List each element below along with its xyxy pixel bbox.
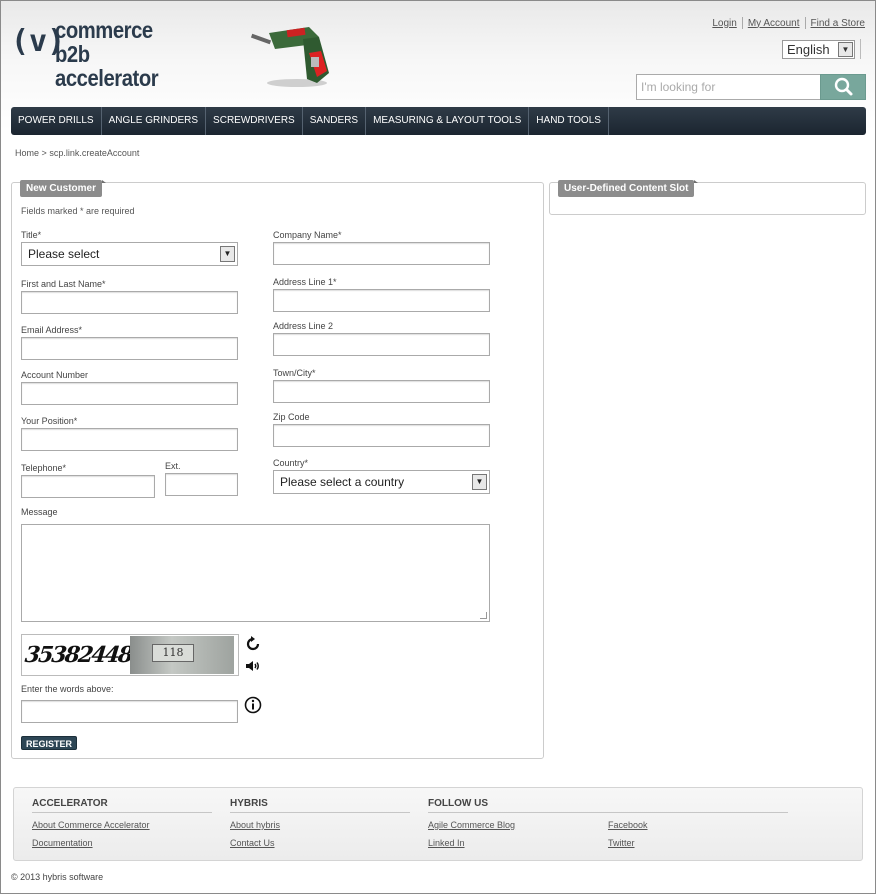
captcha-photo-number: 118 bbox=[152, 644, 194, 662]
name-label: First and Last Name* bbox=[21, 279, 106, 289]
search-button[interactable] bbox=[820, 74, 866, 100]
name-field[interactable] bbox=[21, 291, 238, 314]
captcha-field[interactable] bbox=[21, 700, 238, 723]
find-store-link[interactable]: Find a Store bbox=[806, 18, 865, 29]
logo-line-1: commerce bbox=[55, 17, 153, 43]
footer-link-about-accelerator[interactable]: About Commerce Accelerator bbox=[32, 820, 150, 830]
title-select-value: Please select bbox=[28, 247, 100, 261]
language-value: English bbox=[787, 42, 830, 57]
search-form bbox=[636, 74, 866, 100]
audio-icon[interactable] bbox=[244, 657, 262, 675]
title-label: Title* bbox=[21, 230, 42, 240]
email-label: Email Address* bbox=[21, 325, 83, 335]
message-label: Message bbox=[21, 507, 58, 517]
divider bbox=[230, 812, 410, 813]
search-input[interactable] bbox=[636, 74, 821, 100]
footer-link-linkedin[interactable]: Linked In bbox=[428, 838, 465, 848]
position-label: Your Position* bbox=[21, 416, 78, 426]
site-footer: ACCELERATOR About Commerce Accelerator D… bbox=[13, 787, 863, 861]
breadcrumb-separator: > bbox=[41, 148, 47, 158]
footer-col-follow-title: FOLLOW US bbox=[428, 798, 488, 809]
title-select[interactable]: Please select ▼ bbox=[21, 242, 238, 266]
footer-link-documentation[interactable]: Documentation bbox=[32, 838, 93, 848]
breadcrumb-home[interactable]: Home bbox=[15, 148, 39, 158]
account-number-field[interactable] bbox=[21, 382, 238, 405]
captcha-photo: 118 bbox=[130, 636, 234, 674]
ext-label: Ext. bbox=[165, 461, 181, 471]
footer-link-contact-us[interactable]: Contact Us bbox=[230, 838, 275, 848]
chevron-down-icon[interactable]: ▼ bbox=[838, 42, 853, 57]
login-link[interactable]: Login bbox=[707, 18, 741, 29]
chevron-down-icon[interactable]: ▼ bbox=[472, 474, 487, 490]
footer-link-twitter[interactable]: Twitter bbox=[608, 838, 635, 848]
category-nav: POWER DRILLS ANGLE GRINDERS SCREWDRIVERS… bbox=[11, 107, 866, 135]
register-button[interactable]: REGISTER bbox=[21, 736, 78, 750]
info-icon[interactable] bbox=[244, 696, 262, 714]
footer-link-blog[interactable]: Agile Commerce Blog bbox=[428, 820, 515, 830]
address1-label: Address Line 1* bbox=[273, 277, 337, 287]
footer-link-about-hybris[interactable]: About hybris bbox=[230, 820, 280, 830]
captcha-prompt: Enter the words above: bbox=[21, 684, 114, 694]
required-note: Fields marked * are required bbox=[21, 206, 135, 216]
utility-links: Login My Account Find a Store bbox=[707, 17, 865, 29]
footer-col-accelerator-title: ACCELERATOR bbox=[32, 798, 108, 809]
copyright-text: © 2013 hybris software bbox=[11, 872, 104, 882]
ext-field[interactable] bbox=[165, 473, 238, 496]
zip-field[interactable] bbox=[273, 424, 490, 447]
my-account-link[interactable]: My Account bbox=[743, 18, 805, 29]
footer-link-facebook[interactable]: Facebook bbox=[608, 820, 648, 830]
nav-item-measuring-layout-tools[interactable]: MEASURING & LAYOUT TOOLS bbox=[366, 107, 530, 135]
town-field[interactable] bbox=[273, 380, 490, 403]
logo-mark: (v) bbox=[11, 24, 66, 59]
logo-text: commerce b2b accelerator bbox=[55, 18, 183, 90]
address1-field[interactable] bbox=[273, 289, 490, 312]
country-label: Country* bbox=[273, 458, 309, 468]
telephone-field[interactable] bbox=[21, 475, 155, 498]
search-icon bbox=[834, 77, 853, 96]
refresh-icon[interactable] bbox=[244, 635, 262, 653]
zip-label: Zip Code bbox=[273, 412, 310, 422]
content-slot-panel: User-Defined Content Slot bbox=[549, 180, 866, 215]
message-textarea[interactable] bbox=[21, 524, 490, 622]
page-frame: (v) commerce b2b accelerator Login My Ac… bbox=[0, 0, 876, 894]
address2-field[interactable] bbox=[273, 333, 490, 356]
nav-item-screwdrivers[interactable]: SCREWDRIVERS bbox=[206, 107, 303, 135]
breadcrumb-current: scp.link.createAccount bbox=[49, 148, 140, 158]
country-select-value: Please select a country bbox=[280, 475, 405, 489]
account-number-label: Account Number bbox=[21, 370, 89, 380]
town-label: Town/City* bbox=[273, 368, 316, 378]
divider bbox=[32, 812, 212, 813]
country-select[interactable]: Please select a country ▼ bbox=[273, 470, 490, 494]
captcha-word: 35382448 bbox=[23, 642, 133, 668]
position-field[interactable] bbox=[21, 428, 238, 451]
email-field[interactable] bbox=[21, 337, 238, 360]
telephone-label: Telephone* bbox=[21, 463, 67, 473]
language-select[interactable]: English ▼ bbox=[782, 40, 855, 59]
breadcrumb: Home > scp.link.createAccount bbox=[15, 148, 139, 158]
site-logo[interactable]: (v) commerce b2b accelerator bbox=[11, 18, 201, 90]
resize-handle[interactable] bbox=[480, 612, 487, 619]
nav-item-angle-grinders[interactable]: ANGLE GRINDERS bbox=[102, 107, 207, 135]
nav-item-sanders[interactable]: SANDERS bbox=[303, 107, 367, 135]
footer-col-hybris-title: HYBRIS bbox=[230, 798, 268, 809]
company-field[interactable] bbox=[273, 242, 490, 265]
promo-drill-image[interactable] bbox=[247, 23, 333, 89]
address2-label: Address Line 2 bbox=[273, 321, 334, 331]
divider bbox=[428, 812, 788, 813]
nav-item-power-drills[interactable]: POWER DRILLS bbox=[11, 107, 102, 135]
panel-title: New Customer bbox=[20, 180, 107, 197]
nav-item-hand-tools[interactable]: HAND TOOLS bbox=[529, 107, 609, 135]
content-slot-title: User-Defined Content Slot bbox=[558, 180, 699, 197]
divider bbox=[860, 39, 861, 59]
company-label: Company Name* bbox=[273, 230, 342, 240]
chevron-down-icon[interactable]: ▼ bbox=[220, 246, 235, 262]
captcha-image: 35382448 118 bbox=[21, 634, 239, 676]
logo-line-2: b2b accelerator bbox=[55, 41, 159, 91]
